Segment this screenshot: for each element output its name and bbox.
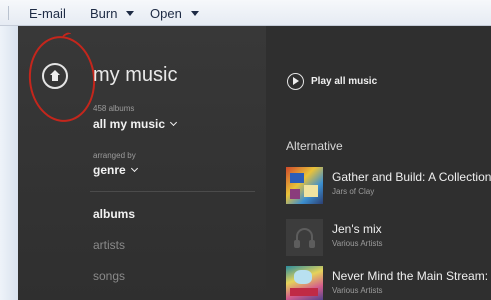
open-button[interactable]: Open: [150, 5, 199, 21]
album-artist: Various Artists: [332, 239, 383, 248]
burn-button-label: Burn: [90, 5, 118, 21]
genre-heading: Alternative: [286, 139, 343, 153]
filter-dropdown-label: all my music: [93, 117, 166, 131]
annotation-circle: [24, 32, 100, 126]
nav-artists[interactable]: artists: [93, 238, 125, 252]
play-all-label[interactable]: Play all music: [311, 76, 377, 87]
chevron-down-icon: [170, 118, 178, 127]
album-item[interactable]: Jen's mix Various Artists: [286, 219, 491, 257]
music-app: my music 458 albums all my music arrange…: [18, 26, 491, 300]
album-art: [286, 266, 323, 300]
play-all-button[interactable]: [287, 73, 304, 90]
album-title: Jen's mix: [332, 222, 382, 236]
explorer-toolbar: E-mail Burn Open: [0, 0, 491, 26]
page-title: my music: [93, 64, 178, 86]
album-artist: Various Artists: [332, 286, 383, 295]
window-frame-left: [0, 26, 18, 300]
email-button-label: E-mail: [29, 5, 66, 21]
album-title: Never Mind the Main Stream:: [332, 269, 489, 283]
album-item[interactable]: Never Mind the Main Stream: Various Arti…: [286, 266, 491, 300]
open-button-label: Open: [150, 5, 182, 21]
caret-down-icon: [190, 11, 199, 16]
album-title: Gather and Build: A Collection: [332, 170, 491, 184]
arranged-by-label: arranged by: [93, 151, 136, 160]
caret-down-icon: [126, 11, 135, 16]
album-count: 458 albums: [93, 104, 135, 113]
nav-songs[interactable]: songs: [93, 269, 125, 283]
email-button[interactable]: E-mail: [29, 5, 66, 21]
album-art-placeholder: [286, 219, 323, 256]
chevron-down-icon: [130, 164, 138, 173]
burn-button[interactable]: Burn: [90, 5, 135, 21]
toolbar-separator: [8, 6, 9, 20]
arrange-dropdown-label: genre: [93, 163, 126, 177]
library-panel: my music 458 albums all my music arrange…: [18, 26, 266, 300]
filter-dropdown[interactable]: all my music: [93, 117, 178, 131]
album-item[interactable]: Gather and Build: A Collection Jars of C…: [286, 167, 491, 205]
content-panel: Play all music Alternative Gather and Bu…: [266, 26, 491, 300]
arrange-dropdown[interactable]: genre: [93, 163, 138, 177]
nav-albums[interactable]: albums: [93, 207, 135, 221]
divider: [90, 191, 255, 192]
album-art: [286, 167, 323, 204]
play-icon: [293, 77, 299, 85]
album-artist: Jars of Clay: [332, 187, 375, 196]
